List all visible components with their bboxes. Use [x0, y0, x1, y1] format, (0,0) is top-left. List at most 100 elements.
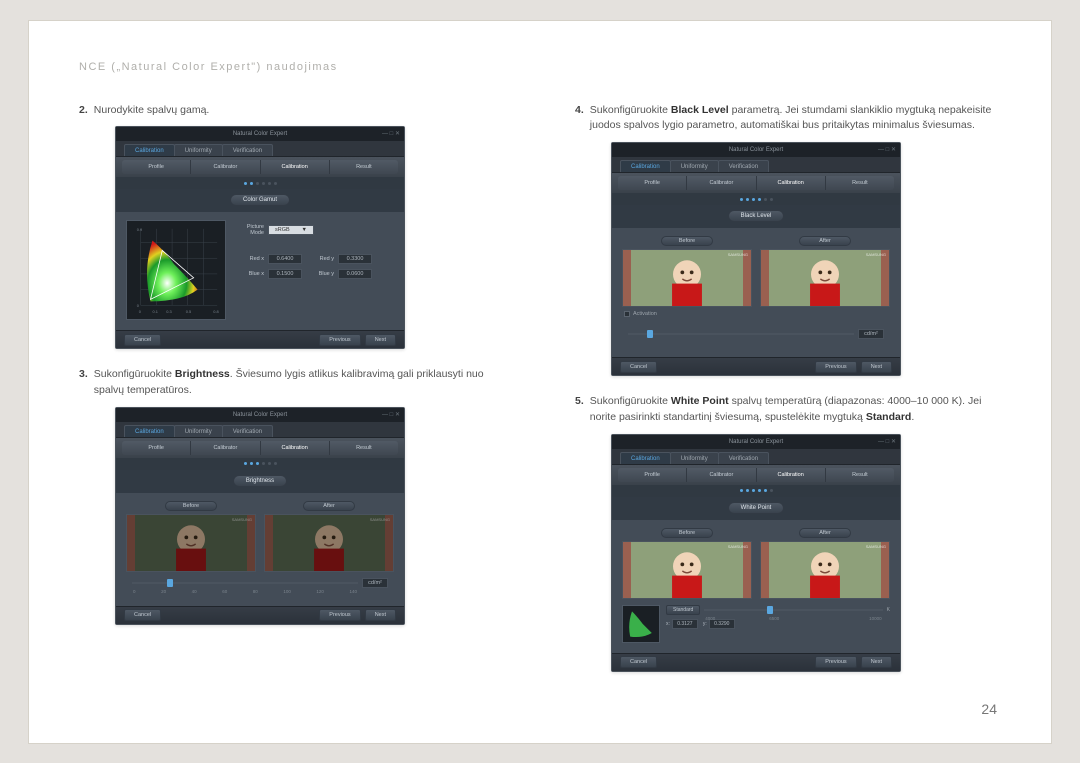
- tab-calibration[interactable]: Calibration: [124, 144, 175, 156]
- main-tabs: Calibration Uniformity Verification: [612, 449, 900, 465]
- tab-calibration[interactable]: Calibration: [620, 160, 671, 172]
- wp-x-label: x:: [666, 621, 670, 627]
- tab-verification[interactable]: Verification: [718, 160, 769, 172]
- next-button[interactable]: Next: [861, 361, 892, 373]
- tab-verification[interactable]: Verification: [222, 144, 273, 156]
- subtab-calibrator[interactable]: Calibrator: [686, 468, 755, 482]
- progress-dots: [612, 485, 900, 497]
- before-image: SAMSUNG: [126, 514, 256, 572]
- blue-y-input[interactable]: 0.0600: [338, 269, 372, 279]
- subtab-result[interactable]: Result: [825, 468, 894, 482]
- blue-y-label: Blue y: [306, 271, 334, 277]
- bottom-bar: Cancel Previous Next: [116, 606, 404, 624]
- two-column-layout: 2. Nurodykite spalvų gamą. Natural Color…: [79, 103, 1001, 690]
- app-window-brightness: Natural Color Expert — □ ✕ Calibration U…: [115, 407, 405, 625]
- step-3: 3. Sukonfigūruokite Brightness. Šviesumo…: [79, 367, 505, 399]
- subtab-result[interactable]: Result: [825, 176, 894, 190]
- activation-label: Activation: [633, 311, 657, 317]
- tab-verification[interactable]: Verification: [718, 452, 769, 464]
- blue-x-input[interactable]: 0.1500: [268, 269, 302, 279]
- logo: SAMSUNG: [232, 517, 252, 522]
- subtab-result[interactable]: Result: [329, 441, 398, 455]
- subtab-calibrator[interactable]: Calibrator: [190, 160, 259, 174]
- subtab-profile[interactable]: Profile: [618, 468, 686, 482]
- window-controls[interactable]: — □ ✕: [878, 435, 896, 449]
- logo: SAMSUNG: [728, 544, 748, 549]
- before-image: SAMSUNG: [622, 249, 752, 307]
- progress-dots: [116, 458, 404, 470]
- bottom-bar: Cancel Previous Next: [116, 330, 404, 348]
- next-button[interactable]: Next: [365, 334, 396, 346]
- cancel-button[interactable]: Cancel: [620, 361, 657, 373]
- tab-calibration[interactable]: Calibration: [620, 452, 671, 464]
- after-label: After: [303, 501, 355, 511]
- subtab-calibration[interactable]: Calibration: [260, 160, 329, 174]
- black-slider[interactable]: cd/m²: [622, 323, 890, 347]
- subtab-calibration[interactable]: Calibration: [756, 468, 825, 482]
- subtab-calibration[interactable]: Calibration: [756, 176, 825, 190]
- right-column: 4. Sukonfigūruokite Black Level parametr…: [575, 103, 1001, 690]
- wp-x-input[interactable]: 0.3127: [672, 619, 698, 629]
- next-button[interactable]: Next: [365, 609, 396, 621]
- subtab-calibration[interactable]: Calibration: [260, 441, 329, 455]
- subtab-calibrator[interactable]: Calibrator: [190, 441, 259, 455]
- tab-verification[interactable]: Verification: [222, 425, 273, 437]
- next-button[interactable]: Next: [861, 656, 892, 668]
- tab-calibration[interactable]: Calibration: [124, 425, 175, 437]
- subtab-result[interactable]: Result: [329, 160, 398, 174]
- window-controls[interactable]: — □ ✕: [382, 408, 400, 422]
- logo: SAMSUNG: [866, 544, 886, 549]
- content: Before SAMSUNG After SAMSUNG: [612, 520, 900, 653]
- window-title: Natural Color Expert: [233, 412, 287, 418]
- step-number: 2.: [79, 103, 88, 119]
- tab-uniformity[interactable]: Uniformity: [670, 160, 719, 172]
- subtab-calibrator[interactable]: Calibrator: [686, 176, 755, 190]
- previous-button[interactable]: Previous: [815, 656, 856, 668]
- cancel-button[interactable]: Cancel: [620, 656, 657, 668]
- activation-checkbox[interactable]: [624, 311, 630, 317]
- cancel-button[interactable]: Cancel: [124, 334, 161, 346]
- window-controls[interactable]: — □ ✕: [878, 143, 896, 157]
- section-name: Black Level: [728, 210, 785, 222]
- after-image: SAMSUNG: [264, 514, 394, 572]
- blue-x-label: Blue x: [236, 271, 264, 277]
- section-label: White Point: [612, 497, 900, 520]
- before-image: SAMSUNG: [622, 541, 752, 599]
- window-title: Natural Color Expert: [729, 147, 783, 153]
- section-label: Color Gamut: [116, 189, 404, 212]
- wp-gamut-thumb: [622, 605, 660, 643]
- tab-uniformity[interactable]: Uniformity: [670, 452, 719, 464]
- progress-dots: [612, 193, 900, 205]
- subtab-profile[interactable]: Profile: [122, 160, 190, 174]
- red-x-label: Red x: [236, 256, 264, 262]
- section-label: Black Level: [612, 205, 900, 228]
- previous-button[interactable]: Previous: [815, 361, 856, 373]
- main-tabs: Calibration Uniformity Verification: [612, 157, 900, 173]
- svg-text:0.3: 0.3: [166, 309, 171, 314]
- tab-uniformity[interactable]: Uniformity: [174, 425, 223, 437]
- after-label: After: [799, 236, 851, 246]
- window-titlebar: Natural Color Expert — □ ✕: [116, 408, 404, 422]
- window-title: Natural Color Expert: [233, 131, 287, 137]
- manual-page: NCE („Natural Color Expert") naudojimas …: [28, 20, 1052, 744]
- tab-uniformity[interactable]: Uniformity: [174, 144, 223, 156]
- window-controls[interactable]: — □ ✕: [382, 127, 400, 141]
- activation-row[interactable]: Activation: [622, 307, 890, 323]
- previous-button[interactable]: Previous: [319, 334, 360, 346]
- main-tabs: Calibration Uniformity Verification: [116, 141, 404, 157]
- brightness-slider[interactable]: 020406080100120140 cd/m²: [126, 572, 394, 596]
- red-x-input[interactable]: 0.6400: [268, 254, 302, 264]
- before-label: Before: [165, 501, 217, 511]
- subtab-profile[interactable]: Profile: [122, 441, 190, 455]
- mode-dropdown[interactable]: sRGB▼: [268, 225, 314, 235]
- after-label: After: [799, 528, 851, 538]
- sub-tabs: Profile Calibrator Calibration Result: [116, 157, 404, 177]
- subtab-profile[interactable]: Profile: [618, 176, 686, 190]
- red-y-input[interactable]: 0.3300: [338, 254, 372, 264]
- previous-button[interactable]: Previous: [319, 609, 360, 621]
- page-number: 24: [981, 701, 997, 717]
- standard-button[interactable]: Standard: [666, 605, 700, 615]
- section-name: Brightness: [233, 475, 287, 487]
- cancel-button[interactable]: Cancel: [124, 609, 161, 621]
- svg-text:0.5: 0.5: [186, 309, 192, 314]
